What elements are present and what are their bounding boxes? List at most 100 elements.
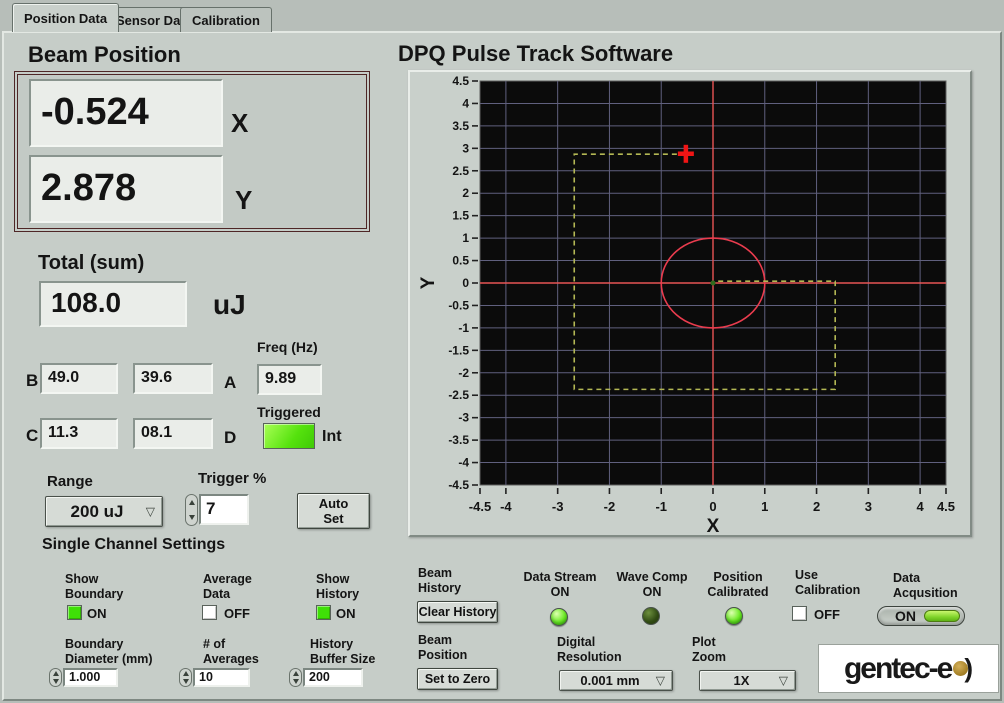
position-calibrated-led (725, 607, 743, 625)
num-averages-label: # of Averages (203, 637, 259, 666)
y-axis-caption: Y (235, 185, 253, 215)
history-buffer-label: History Buffer Size (310, 637, 376, 666)
svg-text:0.5: 0.5 (452, 254, 469, 268)
chevron-down-icon: ▽ (778, 672, 788, 687)
chevron-down-icon: ▽ (655, 672, 665, 687)
svg-text:0: 0 (462, 276, 469, 290)
svg-text:-3.5: -3.5 (448, 433, 469, 447)
svg-text:-1.5: -1.5 (448, 343, 469, 357)
data-stream-led (550, 608, 568, 626)
show-boundary-checkbox[interactable] (67, 605, 82, 620)
digital-resolution-dropdown[interactable]: 0.001 mm ▽ (559, 670, 673, 691)
svg-text:-1: -1 (458, 321, 469, 335)
svg-text:-2: -2 (458, 366, 469, 380)
range-dropdown[interactable]: 200 uJ ▽ (45, 496, 163, 527)
svg-text:-3: -3 (458, 411, 469, 425)
single-channel-settings-title: Single Channel Settings (42, 536, 226, 553)
beam-position-frame: -0.524 X 2.878 Y (14, 71, 370, 232)
position-calibrated-label: Position Calibrated (707, 570, 769, 599)
decrement-icon (292, 679, 299, 685)
triggered-mode-label: Int (322, 428, 342, 445)
use-calibration-label: Use Calibration (795, 568, 861, 597)
quadrant-a-label: A (224, 373, 237, 392)
decrement-icon (188, 515, 195, 520)
toggle-knob (924, 610, 960, 622)
svg-text:1.5: 1.5 (452, 209, 469, 223)
use-calibration-checkbox[interactable] (792, 606, 807, 621)
svg-text:4: 4 (916, 499, 924, 514)
num-averages-input[interactable]: 10 (193, 668, 250, 687)
svg-text:3.5: 3.5 (452, 119, 469, 133)
boundary-diameter-label: Boundary Diameter (mm) (65, 637, 153, 666)
svg-text:-3: -3 (552, 499, 564, 514)
trigger-percent-stepper[interactable] (185, 494, 198, 526)
chevron-down-icon: ▽ (145, 503, 155, 518)
show-history-state: ON (336, 606, 356, 621)
clear-history-button[interactable]: Clear History (417, 601, 498, 623)
num-averages-stepper[interactable] (179, 668, 192, 687)
trigger-percent-input[interactable]: 7 (199, 494, 249, 525)
show-history-checkbox[interactable] (316, 605, 331, 620)
beam-plot-frame: 4.5 4 3.5 3 2.5 2 1.5 1 0.5 0 -0.5 -1 -1.5 -2 -2.5 -3 -3… (408, 70, 972, 537)
svg-text:Y: Y (418, 276, 439, 289)
svg-text:3: 3 (462, 141, 469, 155)
svg-text:1: 1 (761, 499, 768, 514)
tab-label: Position Data (24, 10, 108, 26)
average-data-checkbox[interactable] (202, 605, 217, 620)
trigger-percent-label: Trigger % (198, 470, 267, 487)
svg-text:1: 1 (462, 231, 469, 245)
svg-text:-4.5: -4.5 (469, 499, 491, 514)
svg-text:2.5: 2.5 (452, 164, 469, 178)
decrement-icon (182, 679, 189, 685)
freq-label: Freq (Hz) (257, 339, 318, 355)
svg-text:X: X (707, 516, 720, 535)
history-buffer-input[interactable]: 200 (303, 668, 363, 687)
quadrant-d-label: D (224, 428, 237, 447)
show-history-label: Show History (316, 572, 360, 601)
svg-text:3: 3 (865, 499, 872, 514)
data-acquisition-state: ON (895, 608, 916, 624)
tab-calibration[interactable]: Calibration (180, 7, 272, 32)
svg-text:-4: -4 (458, 456, 469, 470)
average-data-label: Average Data (203, 572, 252, 601)
svg-text:0: 0 (709, 499, 716, 514)
digital-resolution-label: Digital Resolution (557, 635, 622, 664)
quadrant-b-label: B (26, 371, 39, 390)
decrement-icon (52, 679, 59, 685)
svg-text:4: 4 (462, 96, 469, 110)
plot-zoom-value: 1X (733, 673, 750, 688)
increment-icon (52, 670, 59, 676)
beam-position-ctl-label: Beam Position (418, 633, 468, 662)
svg-text:-2.5: -2.5 (448, 388, 469, 402)
svg-text:-4.5: -4.5 (448, 478, 469, 492)
chart-title: DPQ Pulse Track Software (398, 41, 674, 66)
range-label: Range (47, 473, 93, 490)
svg-text:2: 2 (462, 186, 469, 200)
total-unit-label: uJ (213, 289, 246, 320)
quadrant-b-display: 49.0 (40, 363, 118, 394)
gentec-logo-paren: ) (964, 653, 974, 683)
wave-comp-label: Wave Comp ON (616, 570, 688, 599)
beam-history-label: Beam History (418, 566, 462, 595)
range-value: 200 uJ (70, 501, 124, 521)
svg-text:2: 2 (813, 499, 820, 514)
increment-icon (182, 670, 189, 676)
triggered-led (263, 423, 315, 449)
gentec-logo: gentec-e) (818, 644, 999, 693)
total-sum-label: Total (sum) (38, 252, 145, 274)
tab-position-data[interactable]: Position Data (12, 3, 120, 32)
increment-icon (292, 670, 299, 676)
auto-set-button[interactable]: Auto Set (297, 493, 370, 529)
boundary-diameter-input[interactable]: 1.000 (63, 668, 118, 687)
gentec-logo-text: gentec-e (843, 651, 953, 685)
set-to-zero-button[interactable]: Set to Zero (417, 668, 498, 690)
svg-text:-0.5: -0.5 (448, 298, 469, 312)
wave-comp-led (642, 607, 660, 625)
history-buffer-stepper[interactable] (289, 668, 302, 687)
plot-zoom-dropdown[interactable]: 1X ▽ (699, 670, 796, 691)
boundary-diameter-stepper[interactable] (49, 668, 62, 687)
quadrant-d-display: 08.1 (133, 418, 213, 449)
data-acquisition-toggle[interactable]: ON (877, 606, 965, 626)
total-sum-display: 108.0 (39, 281, 187, 327)
quadrant-a-display: 39.6 (133, 363, 213, 394)
